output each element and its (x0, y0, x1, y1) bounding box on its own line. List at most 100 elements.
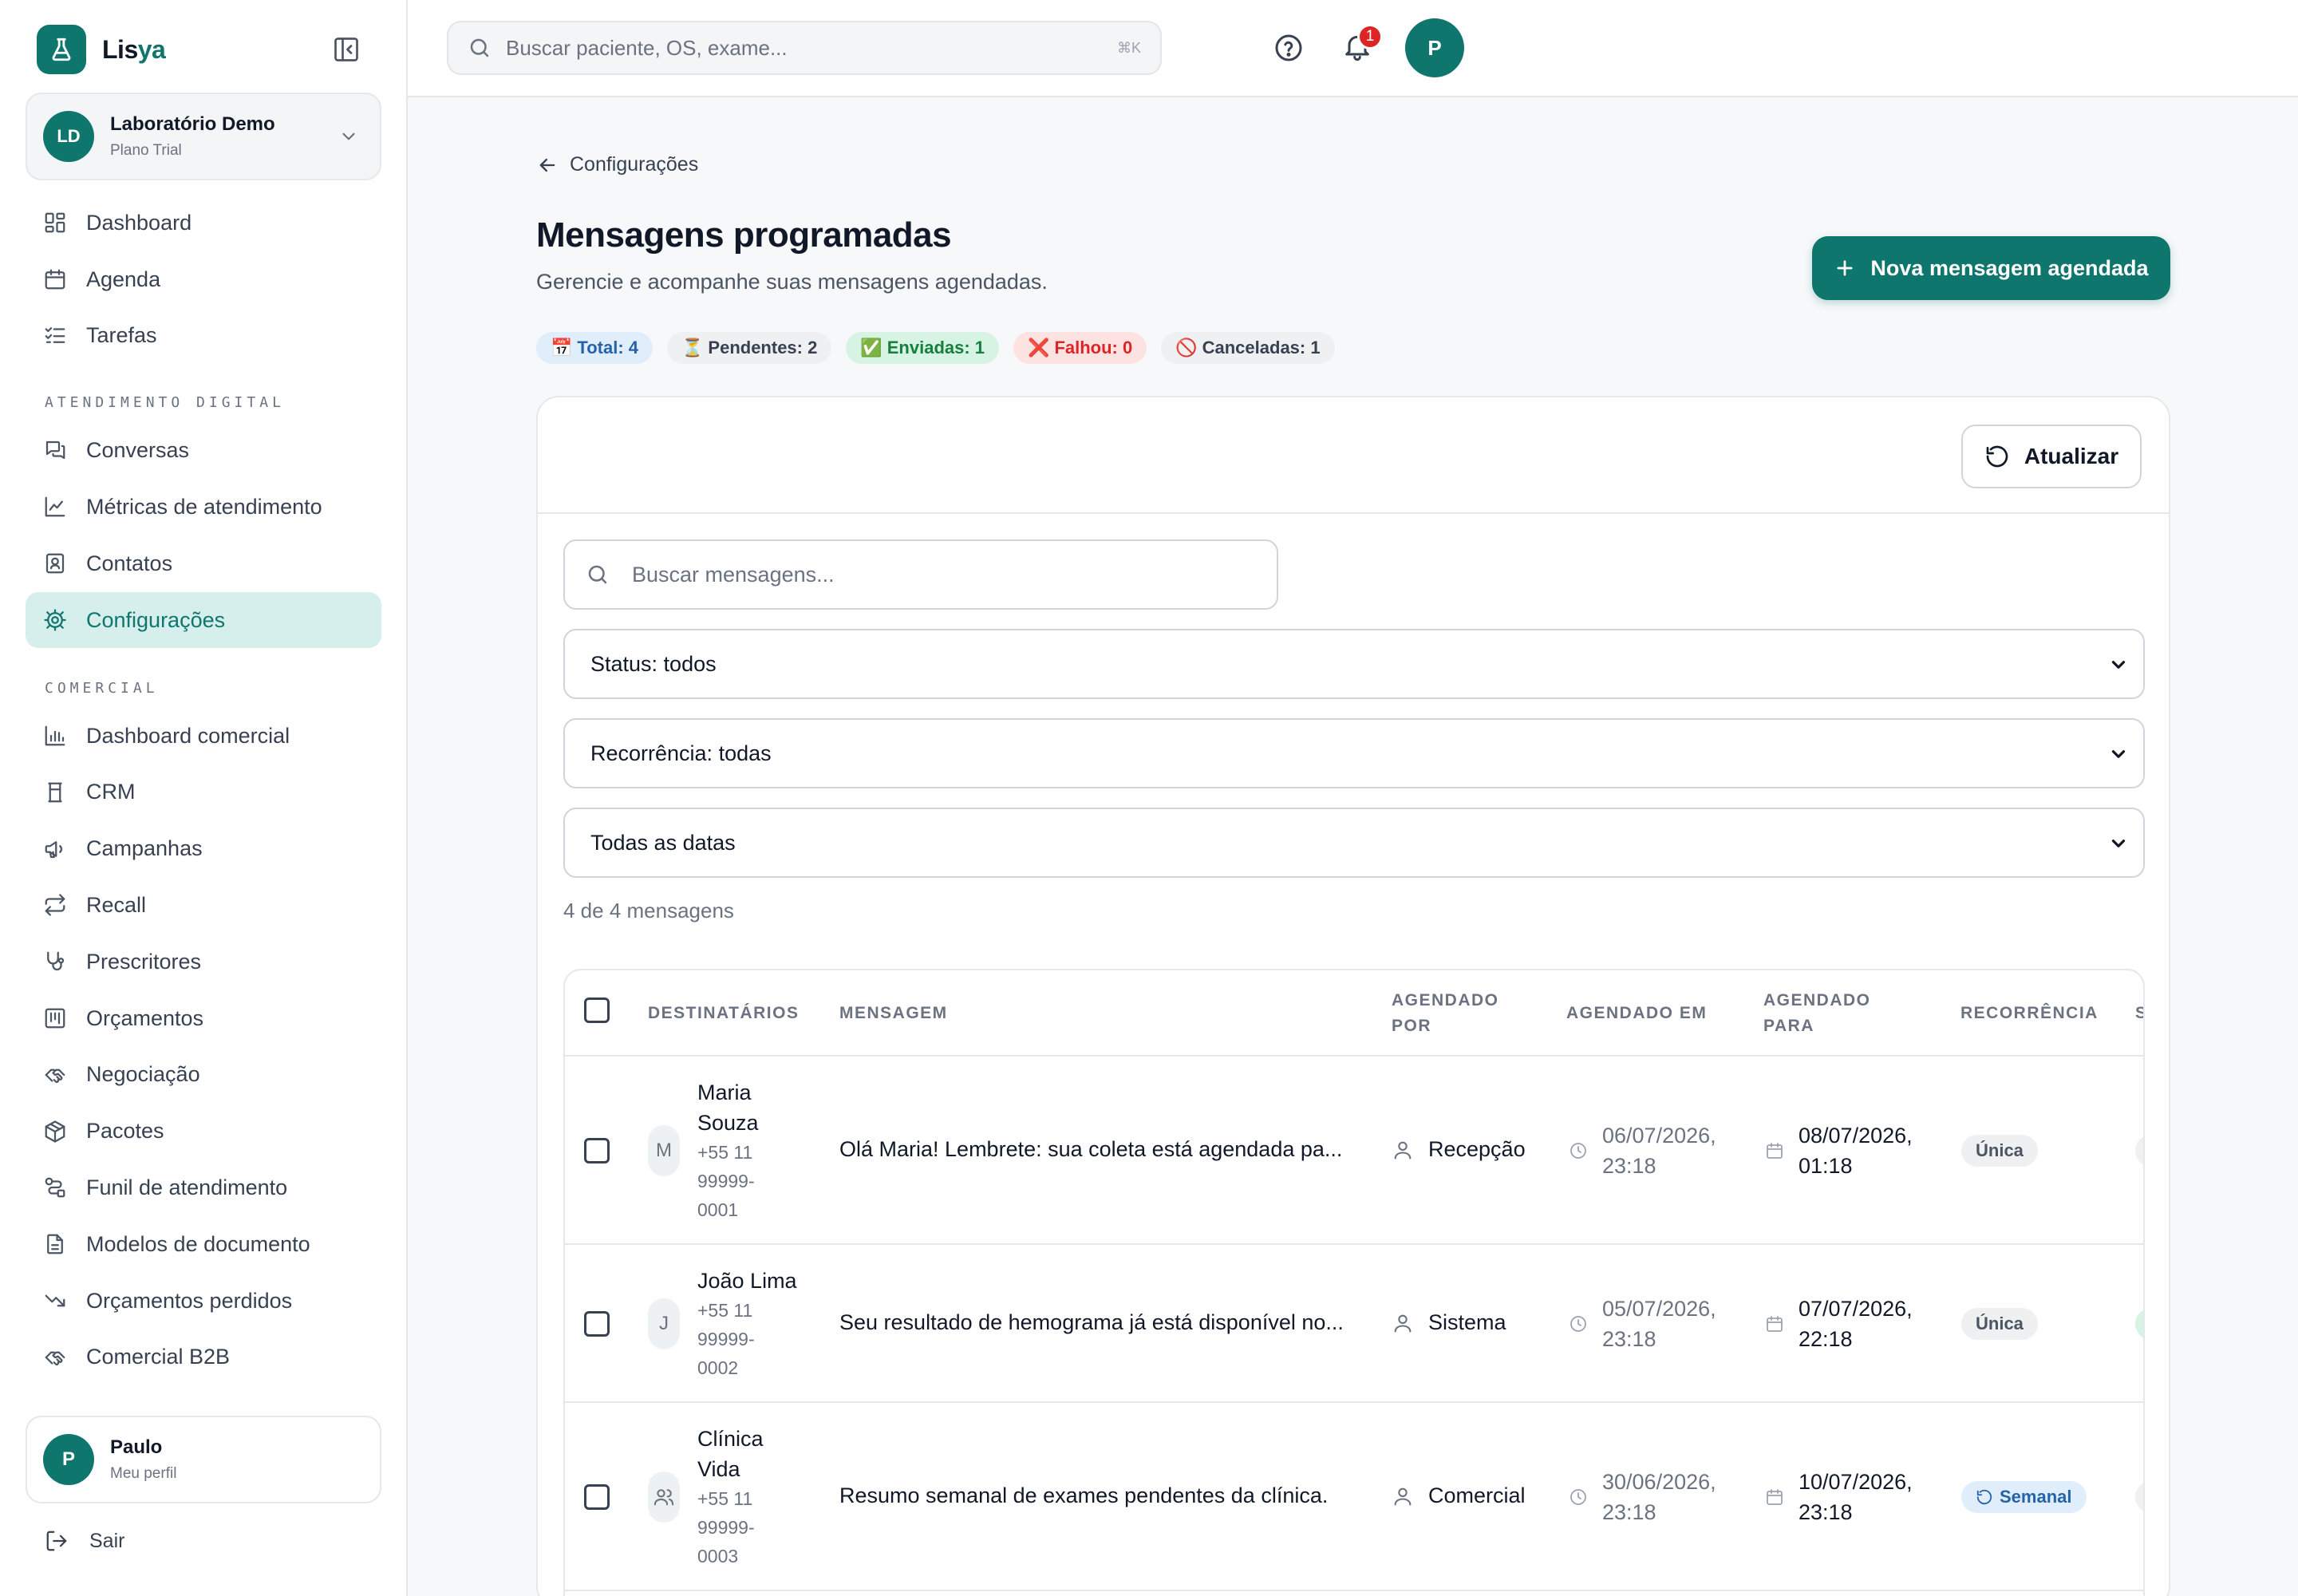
sidebar-item-dashboard[interactable]: Dashboard (26, 195, 381, 251)
stat-chip-sent[interactable]: ✅ Enviadas: 1 (846, 332, 1000, 364)
select-all-checkbox[interactable] (584, 998, 610, 1023)
arrow-left-icon (536, 154, 559, 176)
sidebar-item-agenda[interactable]: Agenda (26, 251, 381, 307)
search-shortcut: ⌘K (1116, 40, 1141, 56)
user-avatar: P (43, 1434, 94, 1485)
stat-chip-canc[interactable]: 🚫 Canceladas: 1 (1161, 332, 1335, 364)
stethoscope-icon (43, 950, 67, 974)
sidebar-item-negociacao[interactable]: Negociação (26, 1047, 381, 1103)
calendar-icon (1765, 1314, 1784, 1333)
message-preview[interactable]: Resumo semanal de exames pendentes da cl… (839, 1483, 1328, 1508)
sidebar-item-dashboard-comercial[interactable]: Dashboard comercial (26, 708, 381, 764)
scheduled-at: 30/06/2026, 23:18 (1569, 1467, 1716, 1527)
search-icon (468, 36, 492, 60)
sidebar-item-recall[interactable]: Recall (26, 877, 381, 933)
scheduled-at: 06/07/2026, 23:18 (1569, 1120, 1716, 1181)
recipient-avatar: M (648, 1125, 680, 1176)
message-preview[interactable]: Olá Maria! Lembrete: sua coleta está age… (839, 1137, 1342, 1162)
sidebar-item-pacotes[interactable]: Pacotes (26, 1104, 381, 1159)
user-profile-card[interactable]: P Paulo Meu perfil (26, 1416, 381, 1503)
messages-panel: Atualizar Status: todos Recorrência: tod… (536, 396, 2170, 1596)
stat-chip-pend[interactable]: ⏳ Pendentes: 2 (667, 332, 832, 364)
message-search-input[interactable] (632, 562, 1270, 587)
help-icon[interactable] (1273, 32, 1305, 64)
scheduled-by-label: Comercial (1428, 1483, 1526, 1507)
quote-icon (43, 1006, 67, 1030)
date-filter-select[interactable]: Todas as datas (563, 808, 2145, 878)
brand[interactable]: Lisya (37, 25, 166, 74)
row-checkbox[interactable] (584, 1138, 610, 1163)
stats-bar: 📅 Total: 4 ⏳ Pendentes: 2 ✅ Enviadas: 1 ❌ Falho… (536, 332, 1335, 364)
messages-table: DESTINATÁRIOS MENSAGEM AGENDADO POR AGEND… (563, 969, 2145, 1596)
recurrence-badge: Única (1961, 1308, 2038, 1340)
recurrence-label: Única (1976, 1140, 2024, 1160)
message-search[interactable] (563, 539, 1278, 610)
col-status[interactable]: S (2135, 1001, 2143, 1026)
sidebar-item-tarefas[interactable]: Tarefas (26, 307, 381, 363)
notification-badge: 1 (1357, 24, 1383, 49)
user-menu-avatar[interactable]: P (1405, 18, 1464, 77)
row-checkbox[interactable] (584, 1484, 610, 1510)
chevron-down-icon (2108, 654, 2129, 675)
scheduled-by: Recepção (1392, 1137, 1526, 1162)
col-scheduled-by[interactable]: AGENDADO POR (1392, 988, 1499, 1039)
clock-icon (1569, 1487, 1588, 1507)
col-message[interactable]: MENSAGEM (839, 1001, 948, 1026)
scheduled-for: 08/07/2026, 01:18 (1765, 1120, 1913, 1181)
sidebar-item-funil-de-atendimento[interactable]: Funil de atendimento (26, 1159, 381, 1215)
sidebar-item-orcamentos-perdidos[interactable]: Orçamentos perdidos (26, 1273, 381, 1329)
col-recurrence[interactable]: RECORRÊNCIA (1960, 1001, 2099, 1026)
stat-label: Canceladas: 1 (1202, 338, 1321, 358)
sidebar-item-campanhas[interactable]: Campanhas (26, 821, 381, 877)
col-recipients[interactable]: DESTINATÁRIOS (648, 1001, 799, 1026)
sidebar-item-metricas-de-atendimento[interactable]: Métricas de atendimento (26, 479, 381, 535)
stat-chip-total[interactable]: 📅 Total: 4 (536, 332, 653, 364)
message-preview[interactable]: Seu resultado de hemograma já está dispo… (839, 1310, 1344, 1335)
new-scheduled-message-button[interactable]: Nova mensagem agendada (1812, 236, 2170, 300)
sidebar-item-configuracoes[interactable]: Configurações (26, 592, 381, 648)
sidebar-item-crm[interactable]: CRM (26, 764, 381, 820)
crm-icon (43, 780, 67, 804)
page-subtitle: Gerencie e acompanhe suas mensagens agen… (536, 270, 1048, 294)
row-checkbox[interactable] (584, 1311, 610, 1337)
scheduled-for-date: 08/07/2026, (1799, 1124, 1913, 1148)
stat-label: Falhou: 0 (1054, 338, 1133, 358)
table-row[interactable]: Clínica Vida +55 11 99999- 0003 Resumo semana… (565, 1403, 2143, 1591)
table-row[interactable]: J João Lima +55 11 99999- 0002 Seu resultado … (565, 1245, 2143, 1403)
sidebar-item-prescritores[interactable]: Prescritores (26, 934, 381, 990)
logout-button[interactable]: Sair (45, 1529, 124, 1553)
organization-switcher[interactable]: LD Laboratório Demo Plano Trial (26, 93, 381, 180)
group-icon (648, 1472, 680, 1523)
clock-icon (1569, 1314, 1588, 1333)
sidebar-item-modelos-de-documento[interactable]: Modelos de documento (26, 1216, 381, 1272)
recipient-name: Maria (697, 1080, 752, 1104)
scheduled-for: 07/07/2026, 22:18 (1765, 1294, 1913, 1354)
global-search[interactable]: ⌘K (447, 21, 1162, 75)
sidebar-item-label: Campanhas (86, 836, 203, 861)
sidebar-item-comercial-b2b[interactable]: Comercial B2B (26, 1329, 381, 1385)
stat-chip-fail[interactable]: ❌ Falhou: 0 (1013, 332, 1147, 364)
table-row[interactable]: M Maria Souza +55 11 99999- 0001 Olá Maria! Le… (565, 1057, 2143, 1245)
brand-name: Lisya (102, 34, 166, 64)
recurrence-filter-select[interactable]: Recorrência: todas (563, 718, 2145, 788)
nav-section-comercial: COMERCIAL (45, 680, 159, 697)
global-search-input[interactable] (506, 35, 1112, 61)
stat-emoji: ⏳ (681, 338, 704, 358)
refresh-button[interactable]: Atualizar (1961, 425, 2142, 488)
sidebar-item-conversas[interactable]: Conversas (26, 422, 381, 478)
page-title: Mensagens programadas (536, 215, 952, 255)
back-to-settings-link[interactable]: Configurações (536, 153, 698, 176)
chevron-down-icon (2108, 833, 2129, 854)
sidebar-item-orcamentos[interactable]: Orçamentos (26, 990, 381, 1046)
col-scheduled-for[interactable]: AGENDADO PARA (1763, 988, 1871, 1039)
stat-emoji: ✅ (860, 338, 882, 358)
document-icon (43, 1232, 67, 1256)
sidebar-collapse-icon[interactable] (332, 35, 361, 64)
col-scheduled-at[interactable]: AGENDADO EM (1566, 1001, 1707, 1026)
sidebar-item-contatos[interactable]: Contatos (26, 535, 381, 591)
recurrence-label: Única (1976, 1314, 2024, 1333)
scheduled-for-time: 01:18 (1799, 1154, 1853, 1178)
stat-emoji: 📅 (551, 338, 573, 358)
status-filter-select[interactable]: Status: todos (563, 629, 2145, 699)
scheduled-for: 10/07/2026, 23:18 (1765, 1467, 1913, 1527)
